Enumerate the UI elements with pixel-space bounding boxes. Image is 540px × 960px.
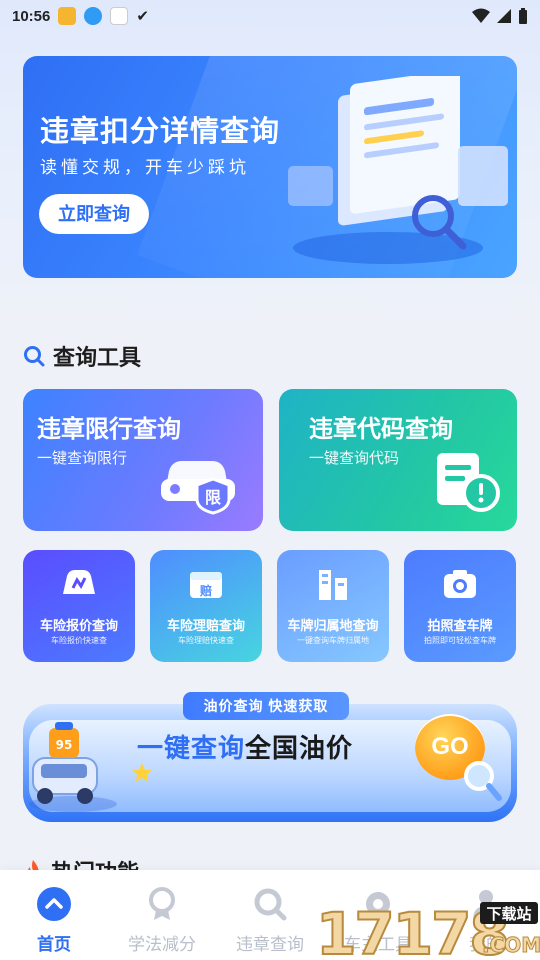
nav-label: 学法减分 xyxy=(128,935,196,954)
oil-price-banner[interactable]: 油价查询 快速获取 一键查询全国油价 95 GO xyxy=(23,692,517,826)
home-up-icon xyxy=(37,887,71,921)
search-icon xyxy=(254,888,287,921)
promo-banner[interactable]: 违章扣分详情查询 读懂交规，开车少踩坑 立即查询 xyxy=(23,56,517,278)
banner-title: 违章扣分详情查询 xyxy=(40,116,281,148)
medal-icon xyxy=(149,887,175,920)
site-watermark: 17178 下载站 .COM xyxy=(315,899,540,960)
car-fuel-illustration: 95 xyxy=(29,722,117,812)
card-subtitle: 拍照即可轻松查车牌 xyxy=(424,636,496,645)
card-title: 车险理赔查询 xyxy=(166,618,245,633)
code-document-icon xyxy=(437,453,500,512)
card-title: 拍照查车牌 xyxy=(427,618,493,633)
card-title: 车险报价查询 xyxy=(39,618,118,633)
watermark-sub: 下载站 xyxy=(486,905,531,923)
card-subtitle: 一键查询代码 xyxy=(309,450,400,467)
insurance-claim-card[interactable]: 赔 车险理赔查询 车险理赔快速查 xyxy=(150,550,262,662)
card-subtitle: 一键查询限行 xyxy=(37,450,128,467)
nav-item-study[interactable]: 学法减分 xyxy=(108,886,216,955)
card-title: 违章限行查询 xyxy=(37,416,181,443)
insurance-quote-card[interactable]: 车险报价查询 车险报价快速查 xyxy=(23,550,135,662)
wifi-icon xyxy=(472,8,490,23)
nav-item-home[interactable]: 首页 xyxy=(0,886,108,955)
tools-section-header: 查询工具 xyxy=(23,340,141,372)
search-icon xyxy=(24,346,45,367)
banner-subtitle: 读懂交规，开车少踩坑 xyxy=(40,158,250,177)
status-time: 10:56 xyxy=(12,7,51,25)
restriction-query-card[interactable]: 违章限行查询 一键查询限行 限 xyxy=(23,389,263,531)
watermark-text: 17178 xyxy=(316,900,508,960)
oil-title: 一键查询全国油价 xyxy=(137,728,353,765)
download-icon xyxy=(84,7,103,25)
claim-box-icon: 赔 xyxy=(190,572,222,598)
camera-icon xyxy=(444,570,476,598)
violation-code-card[interactable]: 违章代码查询 一键查询代码 xyxy=(279,389,517,531)
check-icon: ✔ xyxy=(136,8,149,25)
building-icon xyxy=(319,570,347,600)
oil-title-rest: 全国油价 xyxy=(245,733,354,763)
app-notification-icon xyxy=(58,7,77,25)
status-right xyxy=(472,7,528,25)
query-now-button[interactable]: 立即查询 xyxy=(39,194,149,234)
svg-text:95: 95 xyxy=(56,738,73,752)
document-search-illustration xyxy=(288,76,508,264)
oil-title-highlight: 一键查询 xyxy=(137,733,246,763)
photo-plate-card[interactable]: 拍照查车牌 拍照即可轻松查车牌 xyxy=(404,550,516,662)
card-title: 违章代码查询 xyxy=(309,416,453,443)
status-bar: 10:56 ✔ xyxy=(0,0,540,32)
watermark-domain: .COM xyxy=(482,933,540,957)
tools-section-title: 查询工具 xyxy=(53,345,142,370)
car-front-icon xyxy=(63,570,95,594)
magnifier-icon xyxy=(464,761,502,801)
card-subtitle: 车险理赔快速查 xyxy=(178,636,234,645)
signal-icon xyxy=(497,9,511,23)
nav-label: 首页 xyxy=(37,935,71,954)
battery-icon xyxy=(519,7,527,24)
restriction-badge-text: 限 xyxy=(205,488,222,507)
nav-label: 违章查询 xyxy=(236,935,304,954)
news-icon xyxy=(110,7,129,25)
star-icon xyxy=(132,763,152,782)
claim-icon-text: 赔 xyxy=(199,583,212,598)
card-subtitle: 一键查询车牌归属地 xyxy=(297,636,369,645)
car-restriction-icon: 限 xyxy=(161,461,235,515)
nav-item-violation[interactable]: 违章查询 xyxy=(216,886,324,955)
oil-price-tag: 油价查询 快速获取 xyxy=(183,692,349,720)
card-title: 车牌归属地查询 xyxy=(287,618,379,633)
card-subtitle: 车险报价快速查 xyxy=(51,636,107,645)
plate-location-card[interactable]: 车牌归属地查询 一键查询车牌归属地 xyxy=(277,550,389,662)
